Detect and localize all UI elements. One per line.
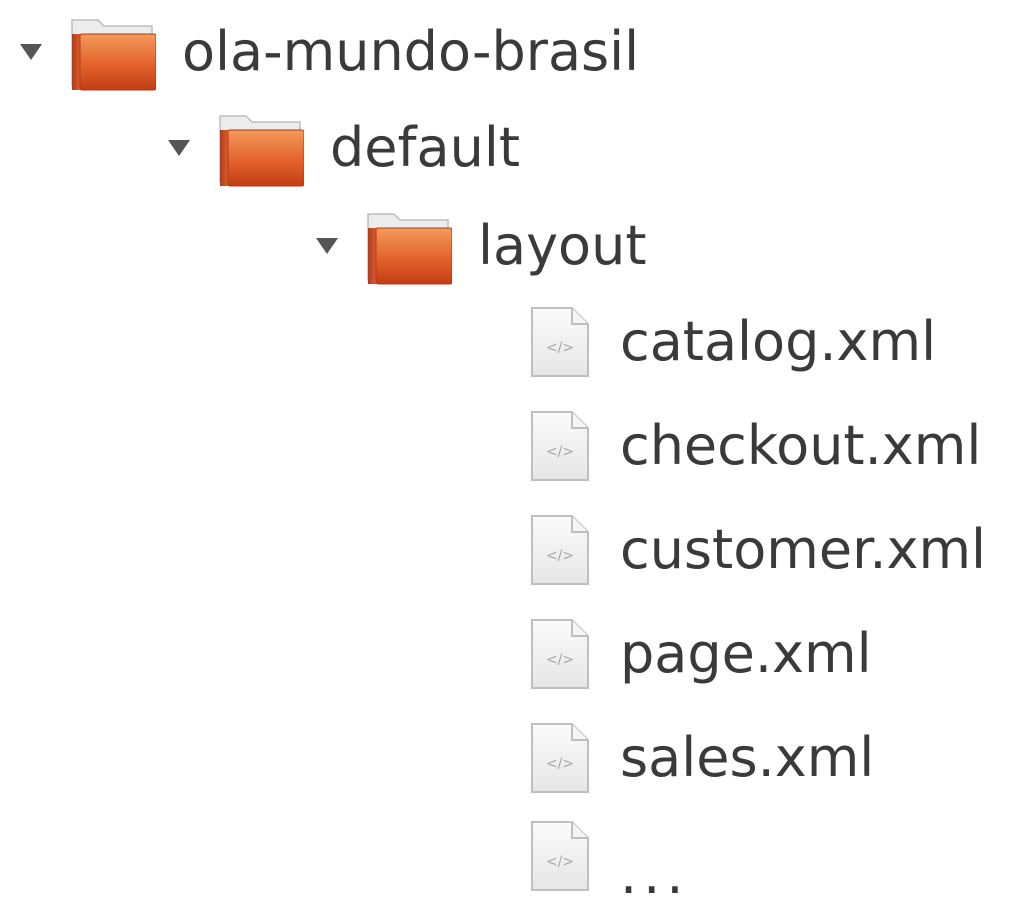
svg-text:</>: </> bbox=[546, 652, 574, 668]
tree-item-file[interactable]: </> page.xml bbox=[530, 604, 872, 704]
file-name: customer.xml bbox=[620, 518, 987, 581]
tree-item-label: ola-mundo-brasil bbox=[182, 20, 640, 83]
svg-text:</>: </> bbox=[546, 548, 574, 564]
xml-file-icon: </> bbox=[531, 821, 589, 891]
svg-text:</>: </> bbox=[546, 854, 574, 870]
folder-icon bbox=[71, 19, 156, 91]
xml-file-icon: </> bbox=[531, 515, 589, 585]
file-name: checkout.xml bbox=[620, 414, 982, 477]
folder-icon bbox=[219, 115, 304, 187]
expander-triangle-icon[interactable] bbox=[12, 32, 50, 72]
tree-item-file[interactable]: </> catalog.xml bbox=[530, 292, 936, 392]
tree-item-file[interactable]: </> ... bbox=[530, 812, 690, 902]
file-name: page.xml bbox=[620, 622, 872, 685]
xml-file-icon: </> bbox=[531, 723, 589, 793]
tree-item-file[interactable]: </> customer.xml bbox=[530, 500, 986, 600]
folder-icon bbox=[367, 213, 452, 285]
file-name: sales.xml bbox=[620, 726, 875, 789]
xml-file-icon: </> bbox=[531, 307, 589, 377]
svg-text:</>: </> bbox=[546, 444, 574, 460]
file-tree: ola-mundo-brasil default layout </> cata… bbox=[0, 0, 1017, 902]
tree-item-label: default bbox=[330, 116, 521, 179]
svg-text:</>: </> bbox=[546, 756, 574, 772]
xml-file-icon: </> bbox=[531, 619, 589, 689]
xml-file-icon: </> bbox=[531, 411, 589, 481]
tree-item-default[interactable]: default bbox=[160, 98, 520, 198]
tree-item-file[interactable]: </> sales.xml bbox=[530, 708, 874, 808]
tree-item-label: layout bbox=[478, 214, 647, 277]
tree-item-ola-mundo-brasil[interactable]: ola-mundo-brasil bbox=[12, 2, 639, 102]
file-name: catalog.xml bbox=[620, 310, 937, 373]
svg-text:</>: </> bbox=[546, 340, 574, 356]
expander-triangle-icon[interactable] bbox=[308, 226, 346, 266]
tree-item-layout[interactable]: layout bbox=[308, 196, 647, 296]
expander-triangle-icon[interactable] bbox=[160, 128, 198, 168]
tree-item-file[interactable]: </> checkout.xml bbox=[530, 396, 981, 496]
